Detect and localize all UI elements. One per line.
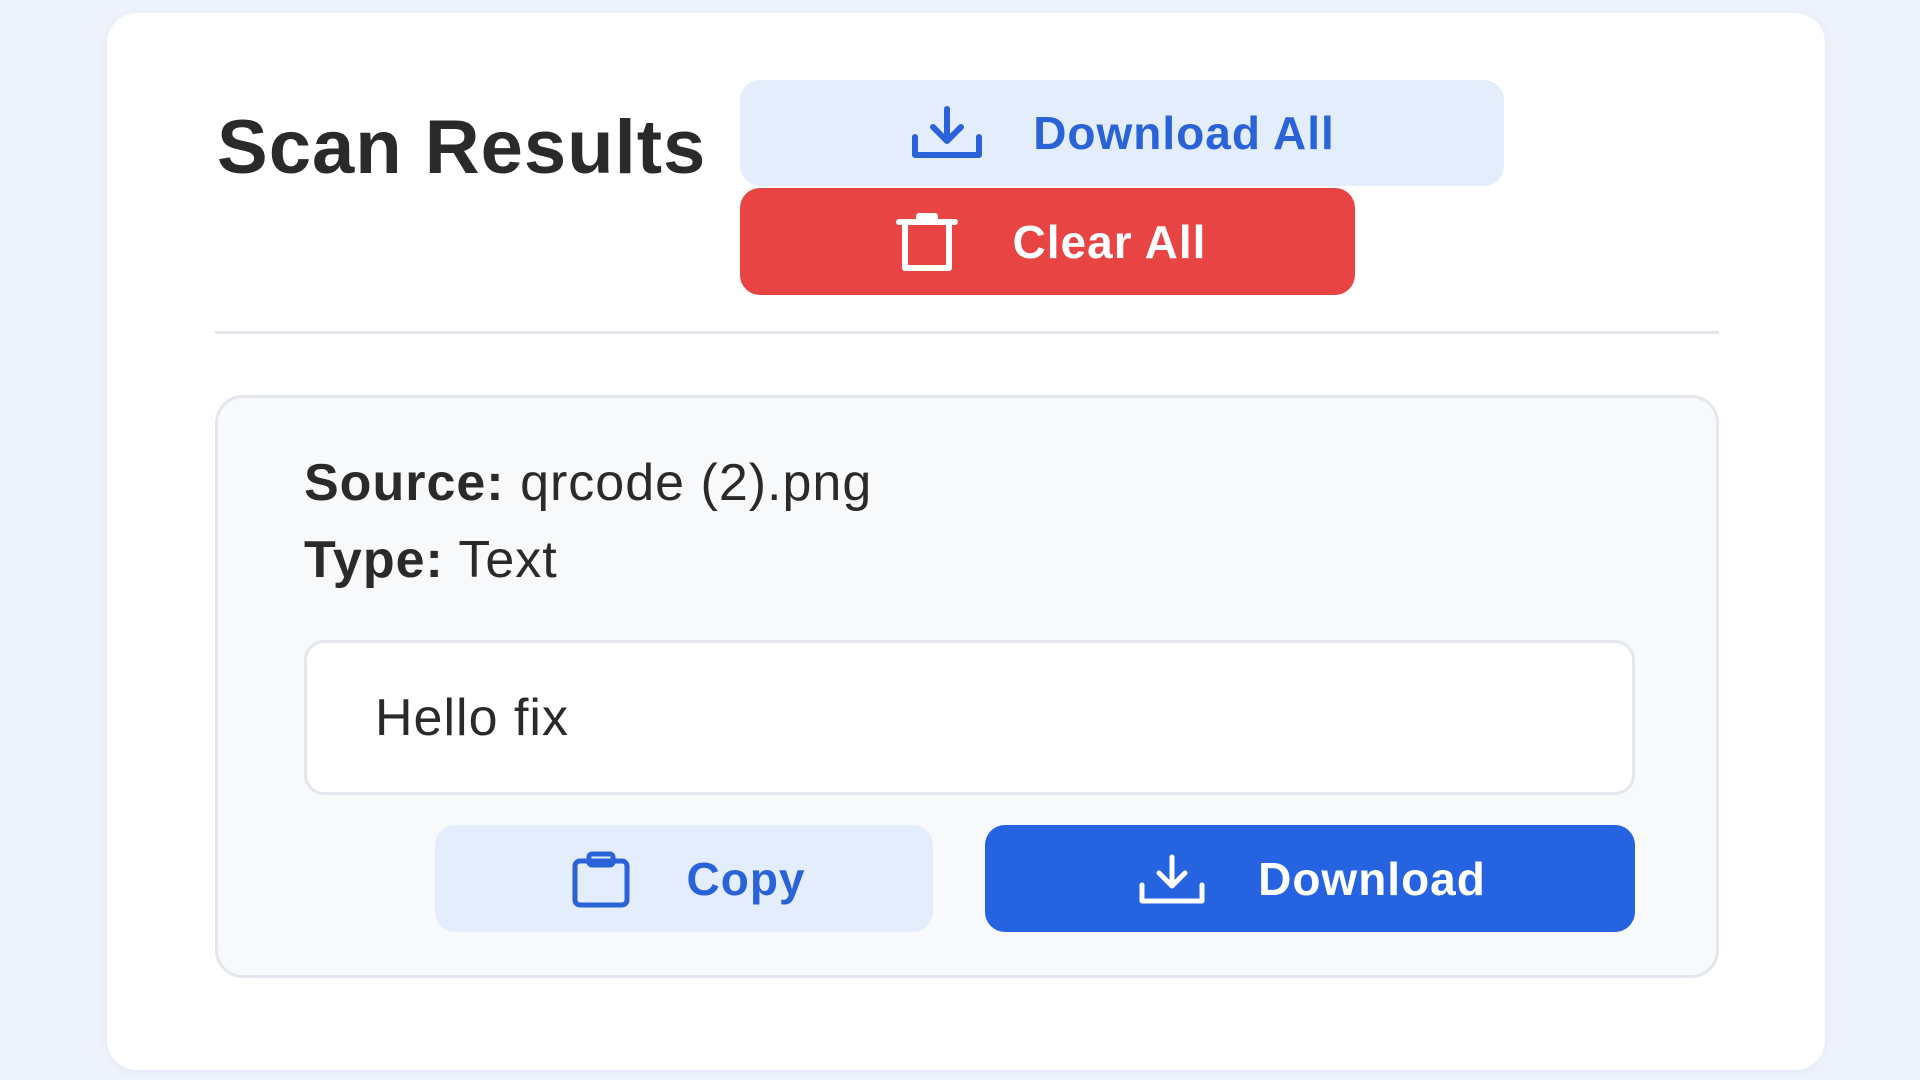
copy-label: Copy xyxy=(686,852,806,905)
source-value: qrcode (2).png xyxy=(520,454,873,512)
result-item: Source: qrcode (2).png Type: Text Hello … xyxy=(215,395,1719,978)
clear-all-label: Clear All xyxy=(1012,215,1207,268)
download-icon xyxy=(1134,849,1210,909)
download-all-button[interactable]: Download All xyxy=(740,80,1504,186)
divider xyxy=(215,331,1719,334)
trash-icon xyxy=(889,212,965,272)
scan-results-card: Scan Results Download All Clear All Sour… xyxy=(107,13,1825,1070)
source-line: Source: qrcode (2).png xyxy=(304,453,872,513)
clear-all-button[interactable]: Clear All xyxy=(740,188,1355,295)
result-content[interactable]: Hello fix xyxy=(304,640,1635,795)
type-label: Type: xyxy=(304,531,444,589)
clipboard-icon xyxy=(563,849,639,909)
download-label: Download xyxy=(1258,852,1486,905)
copy-button[interactable]: Copy xyxy=(435,825,933,932)
result-content-text: Hello fix xyxy=(375,688,569,747)
download-icon xyxy=(909,103,985,163)
type-line: Type: Text xyxy=(304,530,558,590)
page-title: Scan Results xyxy=(217,105,707,190)
download-button[interactable]: Download xyxy=(985,825,1635,932)
type-value: Text xyxy=(458,531,558,589)
source-label: Source: xyxy=(304,454,505,512)
download-all-label: Download All xyxy=(1033,107,1335,159)
